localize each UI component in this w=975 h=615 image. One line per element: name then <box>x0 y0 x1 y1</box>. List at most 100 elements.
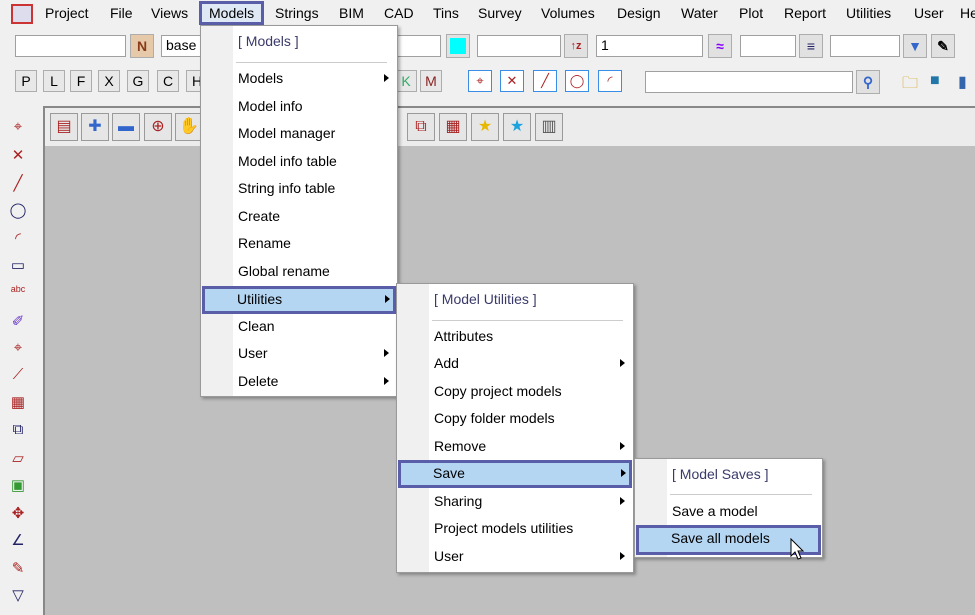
menu-item-string-info-table[interactable]: String info table <box>203 176 395 202</box>
zoom-window-icon[interactable]: ⧉ <box>6 421 30 443</box>
snap-arc-icon[interactable]: ◜ <box>598 70 622 92</box>
measure-icon[interactable]: ⟋ <box>6 366 30 388</box>
height-icon[interactable]: ↑z <box>564 34 588 58</box>
star-yellow-icon[interactable]: ★ <box>471 113 499 141</box>
text-icon[interactable]: abc <box>6 284 30 306</box>
zoom-extent-icon[interactable]: ⊕ <box>144 113 172 141</box>
angle-icon[interactable]: ∠ <box>6 531 30 553</box>
zoom-in-icon[interactable]: ✚ <box>81 113 109 141</box>
image-icon[interactable]: ▣ <box>6 476 30 498</box>
menu-item-utilities[interactable]: Utilities <box>202 286 396 314</box>
zoom-out-icon[interactable]: ▬ <box>112 113 140 141</box>
name-button[interactable]: N <box>130 34 154 58</box>
menu-item-copy-project-models[interactable]: Copy project models <box>399 379 631 405</box>
intersect-icon[interactable]: ✕ <box>6 146 30 168</box>
menu-file[interactable]: File <box>110 5 133 21</box>
menu-item-add[interactable]: Add <box>399 351 631 377</box>
menu-report[interactable]: Report <box>784 5 826 21</box>
menu-item-save-a-model[interactable]: Save a model <box>637 499 820 525</box>
menu-item-clean[interactable]: Clean <box>203 314 395 340</box>
chainage-icon[interactable]: ≈ <box>708 34 732 58</box>
colour-button[interactable] <box>446 34 470 58</box>
shape-icon[interactable]: ▱ <box>6 449 30 471</box>
pencil-icon[interactable]: ✎ <box>6 559 30 581</box>
menu-item-model-info[interactable]: Model info <box>203 94 395 120</box>
menu-bim[interactable]: BIM <box>339 5 364 21</box>
search-input[interactable] <box>645 71 853 93</box>
table-icon[interactable]: ▦ <box>6 393 30 415</box>
menu-design[interactable]: Design <box>617 5 661 21</box>
button-c[interactable]: C <box>157 70 179 92</box>
weight-field[interactable] <box>740 35 796 57</box>
left-toolbar: ⌖ ✕ ╱ ◯ ◜ ▭ abc ✐ ⌖ ⟋ ▦ ⧉ ▱ ▣ ✥ ∠ ✎ ▽ <box>0 104 40 615</box>
app-logo-icon[interactable] <box>11 4 33 24</box>
menu-item-create[interactable]: Create <box>203 204 395 230</box>
eyedropper-icon[interactable]: ✎ <box>931 34 955 58</box>
dropdown-triangle-icon[interactable]: ▼ <box>903 34 927 58</box>
menu-plot[interactable]: Plot <box>739 5 763 21</box>
split-view-icon[interactable]: ▥ <box>535 113 563 141</box>
arc-icon[interactable]: ◜ <box>6 229 30 251</box>
menu-utilities[interactable]: Utilities <box>846 5 891 21</box>
search-icon[interactable]: ⚲ <box>856 70 880 94</box>
menu-volumes[interactable]: Volumes <box>541 5 595 21</box>
linestyle-field[interactable] <box>830 35 900 57</box>
menu-item-project-models-utilities[interactable]: Project models utilities <box>399 516 631 542</box>
menu-survey[interactable]: Survey <box>478 5 522 21</box>
snap-point-icon[interactable]: ⌖ <box>468 70 492 92</box>
menu-item-global-rename[interactable]: Global rename <box>203 259 395 285</box>
line-icon[interactable]: ╱ <box>6 174 30 196</box>
funnel-icon[interactable]: ▽ <box>6 586 30 608</box>
menu-item-model-manager[interactable]: Model manager <box>203 121 395 147</box>
menu-item-save[interactable]: Save <box>398 460 632 488</box>
name-field[interactable] <box>15 35 126 57</box>
snap-intersect-icon[interactable]: ✕ <box>500 70 524 92</box>
grid-layout-icon[interactable]: ▦ <box>439 113 467 141</box>
point-icon[interactable]: ⌖ <box>6 118 30 140</box>
menu-item-copy-folder-models[interactable]: Copy folder models <box>399 406 631 432</box>
menu-item-sharing[interactable]: Sharing <box>399 489 631 515</box>
menu-tins[interactable]: Tins <box>433 5 459 21</box>
button-l[interactable]: L <box>43 70 65 92</box>
menu-item-model-info-table[interactable]: Model info table <box>203 149 395 175</box>
menu-cad[interactable]: CAD <box>384 5 414 21</box>
submenu-arrow-icon <box>384 349 389 357</box>
menu-item-delete[interactable]: Delete <box>203 369 395 395</box>
button-x[interactable]: X <box>98 70 120 92</box>
button-m[interactable]: M <box>420 70 442 92</box>
menu-item-models[interactable]: Models <box>203 66 395 92</box>
move-icon[interactable]: ✥ <box>6 504 30 526</box>
menu-water[interactable]: Water <box>681 5 718 21</box>
menu-project[interactable]: Project <box>45 5 89 21</box>
button-f[interactable]: F <box>70 70 92 92</box>
menu-views[interactable]: Views <box>151 5 188 21</box>
menu-item-remove[interactable]: Remove <box>399 434 631 460</box>
menu-item-attributes[interactable]: Attributes <box>399 324 631 350</box>
menu-item-user[interactable]: User <box>399 544 631 570</box>
star-blue-icon[interactable]: ★ <box>503 113 531 141</box>
button-k[interactable]: K <box>395 70 417 92</box>
menu-item-rename[interactable]: Rename <box>203 231 395 257</box>
style-field[interactable] <box>477 35 561 57</box>
view-select-icon[interactable]: ▤ <box>50 113 78 141</box>
menu-strings[interactable]: Strings <box>275 5 319 21</box>
circle-icon[interactable]: ◯ <box>6 201 30 223</box>
menu-user[interactable]: User <box>914 5 944 21</box>
folder-icon[interactable]: 🗀 <box>902 72 918 99</box>
snap-line-icon[interactable]: ╱ <box>533 70 557 92</box>
brush-icon[interactable]: ✐ <box>6 312 30 334</box>
line-weight-icon[interactable]: ≡ <box>799 34 823 58</box>
pan-hand-icon[interactable]: ✋ <box>175 113 203 141</box>
rectangle-icon[interactable]: ▭ <box>6 256 30 278</box>
books-icon[interactable]: ▮ <box>958 72 967 92</box>
snap-circle-icon[interactable]: ◯ <box>565 70 589 92</box>
button-g[interactable]: G <box>127 70 149 92</box>
height-field[interactable]: 1 <box>596 35 703 57</box>
window-cascade-icon[interactable]: ⧉ <box>407 113 435 141</box>
move-point-icon[interactable]: ⌖ <box>6 339 30 361</box>
user-project-icon[interactable]: ■ <box>930 72 940 90</box>
menu-models[interactable]: Models <box>199 1 265 25</box>
menu-item-user[interactable]: User <box>203 341 395 367</box>
button-p[interactable]: P <box>15 70 37 92</box>
menu-help[interactable]: He <box>960 5 975 21</box>
